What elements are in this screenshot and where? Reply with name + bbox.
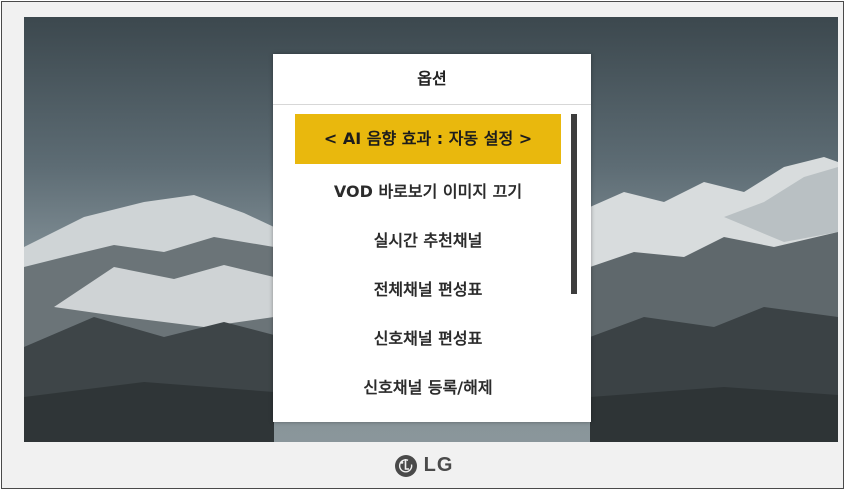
option-signal-channel-register[interactable]: 신호채널 등록/해제 (295, 363, 561, 413)
option-live-recommended-channels[interactable]: 실시간 추천채널 (295, 216, 561, 266)
tv-screen: 옵션 < AI 음향 효과 : 자동 설정 > VOD 바로보기 이미지 끄기 … (24, 17, 838, 442)
panel-title: 옵션 (417, 69, 447, 88)
lg-logo-icon (394, 454, 417, 477)
option-all-channels-guide[interactable]: 전체채널 편성표 (295, 265, 561, 315)
brand-name: LG (423, 454, 454, 476)
panel-divider (273, 104, 591, 105)
option-signal-channels-guide[interactable]: 신호채널 편성표 (295, 314, 561, 364)
option-ai-sound-effect[interactable]: < AI 음향 효과 : 자동 설정 > (295, 114, 561, 164)
brand-footer: LG (2, 442, 845, 489)
option-vod-preview-image-off[interactable]: VOD 바로보기 이미지 끄기 (295, 167, 561, 217)
options-panel: 옵션 < AI 음향 효과 : 자동 설정 > VOD 바로보기 이미지 끄기 … (273, 54, 591, 422)
scrollbar-thumb[interactable] (571, 114, 577, 294)
tv-frame: 옵션 < AI 음향 효과 : 자동 설정 > VOD 바로보기 이미지 끄기 … (1, 1, 844, 489)
